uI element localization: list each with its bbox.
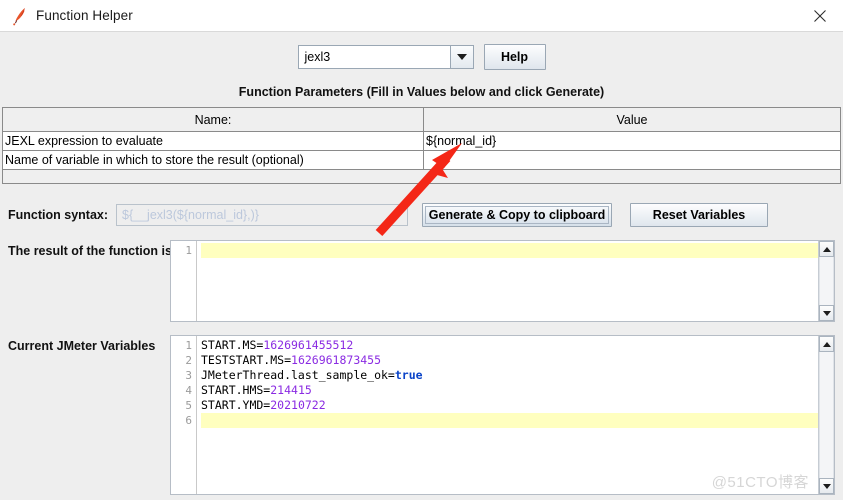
code-line: START.YMD=20210722	[201, 398, 818, 413]
code-line: TESTSTART.MS=1626961873455	[201, 353, 818, 368]
variables-label: Current JMeter Variables	[8, 339, 156, 353]
window-titlebar: Function Helper	[0, 0, 843, 32]
close-icon[interactable]	[797, 0, 843, 31]
scroll-down-icon[interactable]	[819, 305, 834, 321]
code-line: JMeterThread.last_sample_ok=true	[201, 368, 818, 383]
code-line: START.HMS=214415	[201, 383, 818, 398]
parameters-section-title: Function Parameters (Fill in Values belo…	[238, 85, 605, 99]
line-number: 6	[185, 414, 192, 427]
watermark: @51CTO博客	[711, 474, 809, 491]
function-syntax-label: Function syntax:	[8, 208, 109, 222]
code-line	[201, 243, 818, 258]
variable-key: START.YMD=	[201, 398, 271, 412]
chevron-down-icon[interactable]	[449, 46, 473, 68]
param-name-cell[interactable]: JEXL expression to evaluate	[3, 131, 424, 151]
result-editor[interactable]: 1	[170, 240, 835, 322]
scroll-up-icon[interactable]	[819, 336, 834, 352]
code-line	[201, 413, 818, 428]
scrollbar-track[interactable]	[819, 352, 834, 478]
result-gutter: 1	[171, 241, 197, 321]
function-select[interactable]: jexl3	[297, 45, 474, 69]
line-number: 2	[185, 354, 192, 367]
param-name-cell[interactable]: Name of variable in which to store the r…	[3, 150, 424, 170]
generate-copy-button[interactable]: Generate & Copy to clipboard	[422, 203, 613, 227]
column-header-value[interactable]: Value	[423, 108, 840, 132]
variables-scrollbar[interactable]	[818, 336, 834, 494]
line-number: 3	[185, 369, 192, 382]
variable-key: START.HMS=	[201, 383, 271, 397]
variable-value: 20210722	[270, 398, 326, 412]
variable-value: 214415	[270, 383, 312, 397]
function-syntax-input[interactable]: ${__jexl3(${normal_id},)}	[116, 204, 409, 226]
scrollbar-track[interactable]	[819, 257, 834, 305]
scroll-up-icon[interactable]	[819, 241, 834, 257]
result-code-area[interactable]	[197, 241, 818, 321]
table-filler-row	[2, 170, 841, 184]
param-value-cell[interactable]: ${normal_id}	[423, 131, 840, 151]
table-row[interactable]: Name of variable in which to store the r…	[3, 150, 840, 170]
line-number: 1	[185, 244, 192, 257]
scroll-down-icon[interactable]	[819, 478, 834, 494]
variable-key: TESTSTART.MS=	[201, 353, 292, 367]
param-value-cell[interactable]	[423, 150, 840, 170]
variable-value: 1626961455512	[263, 338, 354, 352]
window-title: Function Helper	[36, 8, 133, 23]
variable-value: true	[394, 368, 423, 382]
result-panel-row: The result of the function is 1	[0, 240, 843, 322]
variable-value: 1626961873455	[291, 353, 382, 367]
code-line: START.MS=1626961455512	[201, 338, 818, 353]
column-header-name[interactable]: Name:	[3, 108, 424, 132]
parameters-table: Name: Value JEXL expression to evaluate …	[2, 107, 841, 170]
help-button[interactable]: Help	[483, 44, 546, 70]
result-label: The result of the function is	[8, 244, 172, 258]
variable-key: START.MS=	[201, 338, 264, 352]
function-syntax-row: Function syntax: ${__jexl3(${normal_id},…	[0, 203, 843, 227]
line-number: 1	[185, 339, 192, 352]
line-number: 4	[185, 384, 192, 397]
function-select-row: jexl3 Help	[0, 32, 843, 76]
function-select-value: jexl3	[304, 50, 331, 64]
table-header-row: Name: Value	[3, 108, 840, 132]
line-number: 5	[185, 399, 192, 412]
reset-variables-button[interactable]: Reset Variables	[630, 203, 769, 227]
variable-key: JMeterThread.last_sample_ok=	[201, 368, 395, 382]
table-row[interactable]: JEXL expression to evaluate ${normal_id}	[3, 131, 840, 151]
result-scrollbar[interactable]	[818, 241, 834, 321]
variables-gutter: 1 2 3 4 5 6	[171, 336, 197, 494]
jmeter-feather-icon	[10, 6, 28, 26]
